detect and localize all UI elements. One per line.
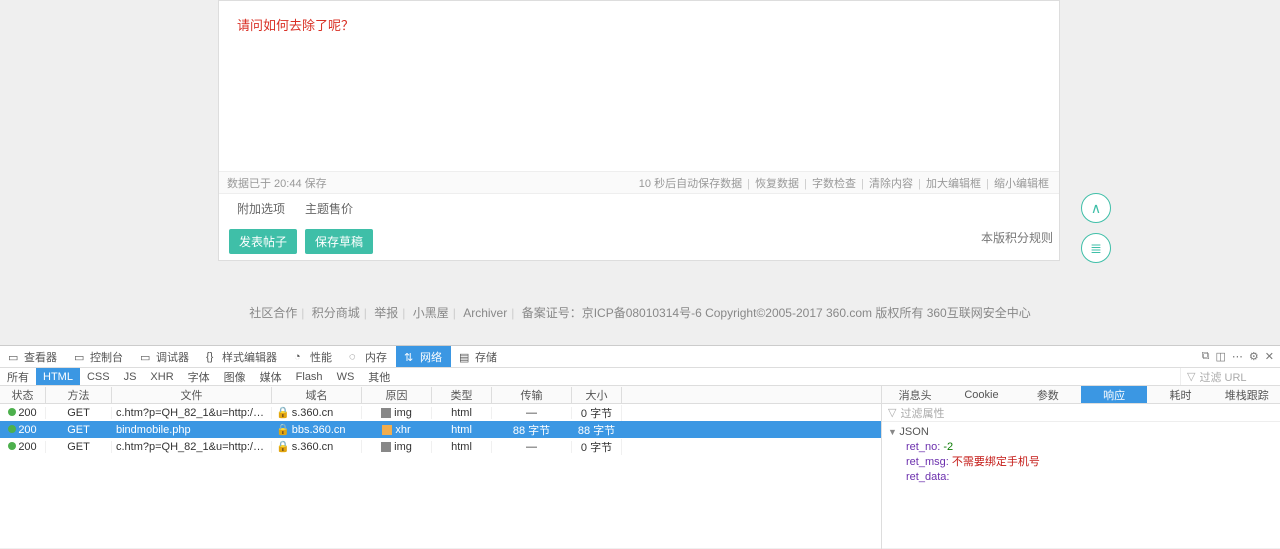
col-type[interactable]: 类型	[432, 387, 492, 403]
filter-url-input[interactable]: ▽过滤 URL	[1180, 368, 1280, 385]
filter-flash[interactable]: Flash	[289, 368, 330, 385]
shrink-link[interactable]: 缩小编辑框	[994, 178, 1049, 190]
rtab-response[interactable]: 响应	[1081, 386, 1147, 403]
wordcheck-link[interactable]: 字数检查	[812, 178, 856, 190]
console-icon: ▭	[74, 351, 86, 363]
perf-icon: ◔	[294, 351, 306, 363]
rtab-headers[interactable]: 消息头	[882, 386, 948, 403]
devtools-panel: ▭查看器 ▭控制台 ▭调试器 {}样式编辑器 ◔性能 ◌内存 ⇅网络 ▤存储 ⧉…	[0, 345, 1280, 548]
dock-side-icon[interactable]: ◫	[1216, 350, 1226, 363]
rtab-timing[interactable]: 耗时	[1147, 386, 1213, 403]
footer: 社区合作| 积分商城| 举报| 小黑屋| Archiver| 备案证号：京ICP…	[0, 304, 1280, 321]
col-transfer[interactable]: 传输	[492, 387, 572, 403]
editor-body[interactable]: 请问如何去除了呢？	[219, 1, 1059, 171]
tab-storage[interactable]: ▤存储	[451, 346, 506, 367]
tab-price[interactable]: 主题售价	[305, 200, 353, 217]
tab-style[interactable]: {}样式编辑器	[198, 346, 286, 367]
col-cause[interactable]: 原因	[362, 387, 432, 403]
submit-button[interactable]: 发表帖子	[229, 229, 297, 254]
filter-media[interactable]: 媒体	[253, 368, 289, 385]
status-dot-icon	[8, 408, 16, 416]
img-icon	[381, 408, 391, 418]
tab-attach[interactable]: 附加选项	[237, 200, 285, 217]
list-icon[interactable]: ≣	[1081, 233, 1111, 263]
tab-perf[interactable]: ◔性能	[286, 346, 341, 367]
status-dot-icon	[8, 425, 16, 433]
post-editor-panel: 请问如何去除了呢？ 数据已于 20:44 保存 10 秒后自动保存数据 | 恢复…	[218, 0, 1060, 261]
tab-console[interactable]: ▭控制台	[66, 346, 132, 367]
settings-icon[interactable]: ⚙	[1249, 350, 1259, 363]
tab-debugger[interactable]: ▭调试器	[132, 346, 198, 367]
col-status[interactable]: 状态	[0, 387, 46, 403]
tab-inspector[interactable]: ▭查看器	[0, 346, 66, 367]
table-row[interactable]: 200GETc.htm?p=QH_82_1&u=http://bbs...🔒s.…	[0, 404, 881, 421]
autosave-countdown: 10 秒后自动保存数据	[639, 178, 742, 190]
filter-html[interactable]: HTML	[36, 368, 80, 385]
funnel-icon: ▽	[888, 406, 896, 419]
tab-memory[interactable]: ◌内存	[341, 346, 396, 367]
network-icon: ⇅	[404, 351, 416, 363]
footer-link[interactable]: 积分商城	[312, 306, 360, 320]
filter-xhr[interactable]: XHR	[143, 368, 180, 385]
expand-link[interactable]: 加大编辑框	[926, 178, 981, 190]
restore-link[interactable]: 恢复数据	[755, 178, 799, 190]
img-icon	[381, 442, 391, 452]
autosave-status: 数据已于 20:44 保存	[227, 175, 637, 191]
col-method[interactable]: 方法	[46, 387, 112, 403]
editor-text: 请问如何去除了呢？	[237, 15, 1041, 34]
inspector-icon: ▭	[8, 351, 20, 363]
col-domain[interactable]: 域名	[272, 387, 362, 403]
response-filter-input[interactable]: ▽过滤属性	[882, 404, 1280, 422]
footer-link[interactable]: 社区合作	[249, 306, 297, 320]
response-body: JSON ret_no: -2 ret_msg: 不需要绑定手机号 ret_da…	[882, 422, 1280, 489]
filter-images[interactable]: 图像	[217, 368, 253, 385]
memory-icon: ◌	[349, 351, 361, 363]
filter-css[interactable]: CSS	[80, 368, 117, 385]
xhr-icon	[382, 425, 392, 435]
filter-other[interactable]: 其他	[361, 368, 397, 385]
footer-icp: 备案证号：京ICP备08010314号-6 Copyright©2005-201…	[522, 306, 1031, 320]
json-root[interactable]: JSON	[888, 426, 1274, 438]
rtab-stack[interactable]: 堆栈跟踪	[1214, 386, 1280, 403]
filter-all[interactable]: 所有	[0, 368, 36, 385]
tab-network[interactable]: ⇅网络	[396, 346, 451, 367]
footer-link[interactable]: 举报	[374, 306, 398, 320]
table-row[interactable]: 200GETc.htm?p=QH_82_1&u=http://bbs...🔒s.…	[0, 438, 881, 455]
status-dot-icon	[8, 442, 16, 450]
filter-js[interactable]: JS	[117, 368, 144, 385]
close-icon[interactable]: ✕	[1265, 350, 1274, 363]
filter-fonts[interactable]: 字体	[181, 368, 217, 385]
filter-ws[interactable]: WS	[330, 368, 362, 385]
dock-icon[interactable]: ⧉	[1202, 350, 1210, 363]
col-size[interactable]: 大小	[572, 387, 622, 403]
draft-button[interactable]: 保存草稿	[305, 229, 373, 254]
scroll-top-icon[interactable]: ∧	[1081, 193, 1111, 223]
col-file[interactable]: 文件	[112, 387, 272, 403]
rules-link[interactable]: 本版积分规则	[981, 229, 1059, 246]
options-icon[interactable]: ⋯	[1232, 350, 1243, 363]
style-icon: {}	[206, 351, 218, 363]
footer-link[interactable]: Archiver	[463, 306, 507, 320]
debugger-icon: ▭	[140, 351, 152, 363]
rtab-cookie[interactable]: Cookie	[948, 386, 1014, 403]
funnel-icon: ▽	[1187, 370, 1195, 383]
storage-icon: ▤	[459, 351, 471, 363]
rtab-params[interactable]: 参数	[1015, 386, 1081, 403]
clear-link[interactable]: 清除内容	[869, 178, 913, 190]
table-row[interactable]: 200GETbindmobile.php🔒bbs.360.cnxhrhtml88…	[0, 421, 881, 438]
footer-link[interactable]: 小黑屋	[413, 306, 449, 320]
